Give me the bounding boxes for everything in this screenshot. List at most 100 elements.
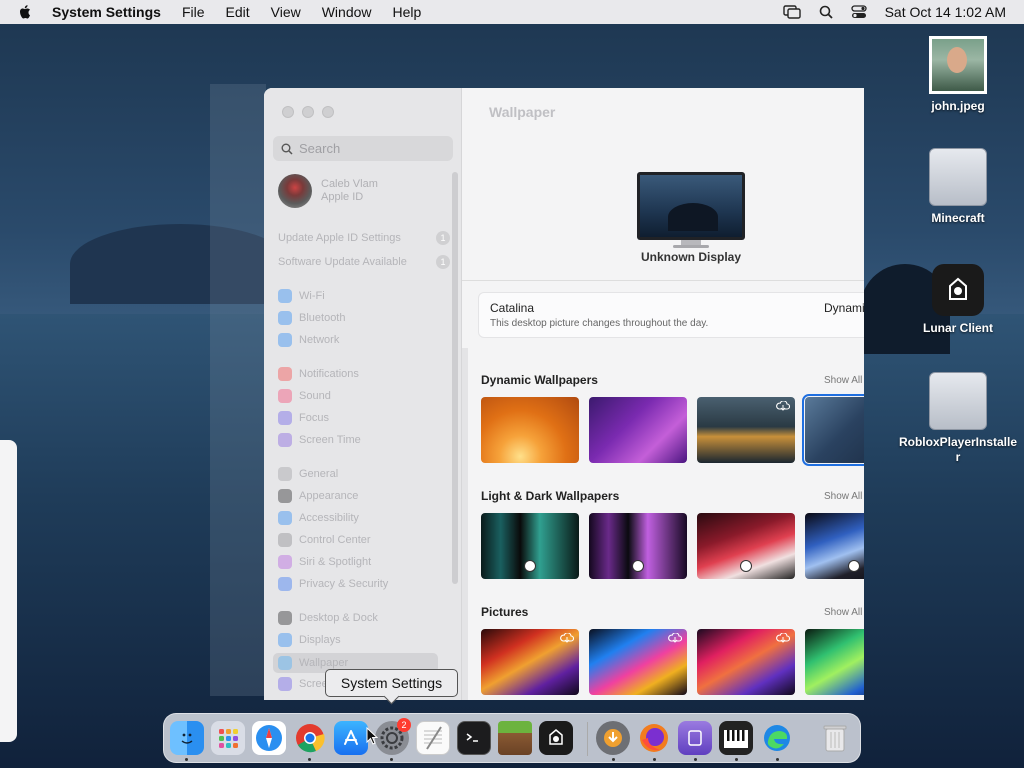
notice-badge: 1: [436, 255, 450, 269]
search-placeholder: Search: [299, 141, 341, 156]
section-title-dynamic: Dynamic Wallpapers: [481, 373, 598, 387]
sidebar-item-icon: [278, 433, 292, 447]
sidebar-item-bluetooth[interactable]: Bluetooth: [278, 309, 438, 327]
wallpaper-thumb-picture-1[interactable]: [481, 629, 579, 695]
sidebar-item-label: Appearance: [299, 490, 359, 502]
sidebar-item-screen-time[interactable]: Screen Time: [278, 431, 438, 449]
menu-clock[interactable]: Sat Oct 14 1:02 AM: [885, 4, 1006, 20]
notice-software-update[interactable]: Software Update Available 1: [278, 255, 450, 269]
apple-id-account[interactable]: Caleb Vlam Apple ID: [278, 174, 378, 208]
dock-lunar-client-icon[interactable]: [539, 721, 573, 755]
show-all-light-dark-button[interactable]: Show All: [824, 491, 862, 502]
search-input[interactable]: Search: [273, 136, 453, 161]
notification-badge: 2: [397, 718, 411, 732]
dock-minecraft-icon[interactable]: [498, 721, 532, 755]
sidebar-scrollbar[interactable]: [452, 172, 458, 584]
notice-apple-id[interactable]: Update Apple ID Settings 1: [278, 231, 450, 245]
menu-file[interactable]: File: [182, 4, 205, 20]
dock-textedit-icon[interactable]: [416, 721, 450, 755]
sidebar-item-icon: [278, 467, 292, 481]
sidebar-item-network[interactable]: Network: [278, 331, 438, 349]
wallpaper-thumb-imac-red[interactable]: [697, 513, 795, 579]
desktop-icon-john-jpeg[interactable]: john.jpeg: [903, 36, 1013, 113]
sidebar-item-siri-spotlight[interactable]: Siri & Spotlight: [278, 553, 438, 571]
sidebar-item-desktop-dock[interactable]: Desktop & Dock: [278, 609, 438, 627]
dock-downloads-icon[interactable]: [596, 721, 630, 755]
dock-separator: [587, 722, 588, 756]
sidebar-item-accessibility[interactable]: Accessibility: [278, 509, 438, 527]
sidebar-item-label: Sound: [299, 390, 331, 402]
sidebar-item-notifications[interactable]: Notifications: [278, 365, 438, 383]
dock-terminal-icon[interactable]: [457, 721, 491, 755]
wallpaper-thumb-macbook-green[interactable]: [481, 513, 579, 579]
wallpaper-thumb-picture-4[interactable]: [805, 629, 864, 695]
wallpaper-thumb-picture-3[interactable]: [697, 629, 795, 695]
show-all-pictures-button[interactable]: Show All: [824, 607, 862, 618]
wallpaper-mode-select[interactable]: Dynamic: [824, 301, 864, 315]
account-subtitle: Apple ID: [321, 191, 364, 203]
content-scroll-track[interactable]: [462, 348, 468, 700]
dock-firefox-icon[interactable]: [637, 721, 671, 755]
menu-app-name[interactable]: System Settings: [52, 4, 161, 20]
desktop-icon-roblox-installer[interactable]: RobloxPlayerInstaller: [898, 372, 1018, 465]
desktop-icon-minecraft[interactable]: Minecraft: [903, 148, 1013, 225]
sidebar-item-control-center[interactable]: Control Center: [278, 531, 438, 549]
desktop-icon-label: RobloxPlayerInstaller: [898, 435, 1018, 464]
minimize-button[interactable]: [302, 106, 314, 118]
sidebar-item-icon: [278, 411, 292, 425]
notice-badge: 1: [436, 231, 450, 245]
wallpaper-thumb-ventura[interactable]: [481, 397, 579, 463]
sidebar-item-displays[interactable]: Displays: [278, 631, 438, 649]
spotlight-search-icon[interactable]: [819, 5, 833, 19]
wallpaper-thumb-picture-2[interactable]: [589, 629, 687, 695]
screen-mirroring-icon[interactable]: [782, 5, 801, 19]
wallpaper-thumb-big-sur-coast[interactable]: [697, 397, 795, 463]
sidebar-item-appearance[interactable]: Appearance: [278, 487, 438, 505]
sidebar-item-icon: [278, 367, 292, 381]
menu-help[interactable]: Help: [393, 4, 422, 20]
dock-trash-icon[interactable]: [818, 721, 852, 755]
dock-launchpad-icon[interactable]: [211, 721, 245, 755]
dock-chrome-icon[interactable]: [293, 721, 327, 755]
image-file-thumbnail: [929, 36, 987, 94]
section-title-pictures: Pictures: [481, 605, 529, 619]
dock-piano-icon[interactable]: [719, 721, 753, 755]
sidebar-item-label: Focus: [299, 412, 329, 424]
zoom-button[interactable]: [322, 106, 334, 118]
sidebar-item-general[interactable]: General: [278, 465, 438, 483]
download-icon: [776, 401, 790, 411]
apple-menu-icon[interactable]: [18, 4, 34, 20]
light-dark-icon: [524, 560, 536, 572]
sidebar-item-label: Privacy & Security: [299, 578, 389, 590]
menu-window[interactable]: Window: [322, 4, 372, 20]
menu-view[interactable]: View: [271, 4, 301, 20]
dock-safari-icon[interactable]: [252, 721, 286, 755]
dock: 2: [163, 713, 861, 763]
menu-bar: System Settings File Edit View Window He…: [0, 0, 1024, 24]
disk-image-icon: [929, 372, 987, 430]
close-button[interactable]: [282, 106, 294, 118]
wallpaper-thumb-imac-blue[interactable]: [805, 513, 864, 579]
dock-simulator-icon[interactable]: [678, 721, 712, 755]
running-indicator: [776, 758, 779, 761]
wallpaper-thumb-monterey[interactable]: [589, 397, 687, 463]
dock-app-store-icon[interactable]: [334, 721, 368, 755]
notice-label: Update Apple ID Settings: [278, 232, 401, 244]
sidebar-item-sound[interactable]: Sound: [278, 387, 438, 405]
notice-label: Software Update Available: [278, 256, 407, 268]
sidebar-item-focus[interactable]: Focus: [278, 409, 438, 427]
dock-edge-icon[interactable]: [760, 721, 794, 755]
menu-edit[interactable]: Edit: [226, 4, 250, 20]
sidebar-item-label: Control Center: [299, 534, 371, 546]
sidebar-item-wi-fi[interactable]: Wi-Fi: [278, 287, 438, 305]
wallpaper-thumb-catalina[interactable]: [802, 394, 864, 466]
wallpaper-thumb-macbook-purple[interactable]: [589, 513, 687, 579]
sidebar-item-icon: [278, 333, 292, 347]
disk-image-icon: [929, 148, 987, 206]
show-all-dynamic-button[interactable]: Show All: [824, 375, 862, 386]
dock-finder-icon[interactable]: [170, 721, 204, 755]
desktop-icon-lunar-client[interactable]: Lunar Client: [903, 264, 1013, 335]
sidebar-item-privacy-security[interactable]: Privacy & Security: [278, 575, 438, 593]
control-center-icon[interactable]: [850, 5, 867, 19]
sidebar-item-label: Screen Time: [299, 434, 361, 446]
